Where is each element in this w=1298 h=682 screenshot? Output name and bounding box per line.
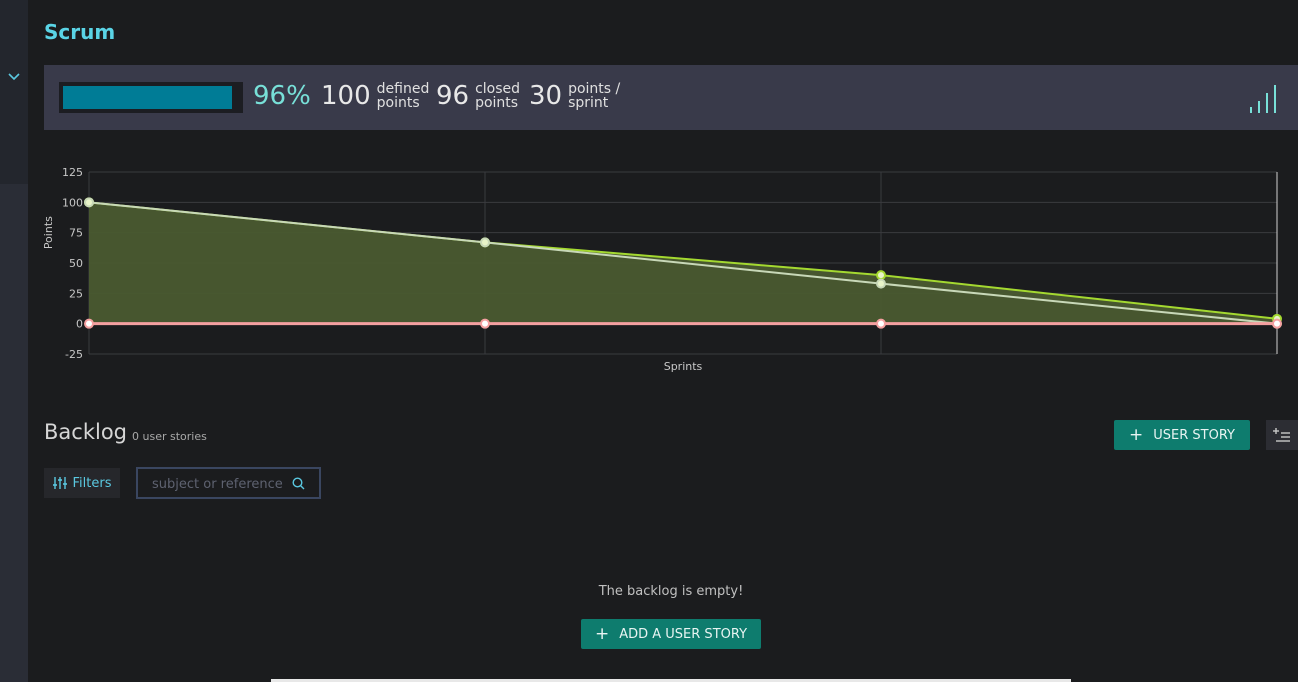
burndown-chart: 125 100 75 50 25 0 -25 Sprints Points [40,160,1298,380]
plus-icon: + [594,623,610,644]
y-axis-label: Points [42,216,55,249]
points-per-sprint-stat: 30 points / sprint [529,81,620,111]
progress-percent-stat: 96% [253,81,311,111]
add-user-story-label: USER STORY [1153,427,1235,443]
backlog-count: 0 user stories [132,430,207,443]
progress-percent: 96% [253,81,311,111]
points-per-sprint-label: points / sprint [568,82,620,110]
sidebar-header [0,0,28,184]
bar-chart-icon[interactable] [1249,81,1283,115]
filters-label: Filters [72,475,112,491]
search-input[interactable] [152,475,292,493]
data-point [84,318,94,329]
progress-fill [63,86,232,109]
closed-points-label: closed points [475,82,520,110]
page-title: Scrum [44,20,116,44]
chevron-down-icon[interactable] [6,68,22,84]
data-point [876,278,886,289]
bulk-add-button[interactable] [1266,420,1298,450]
data-point [84,197,94,208]
burndown-chart-svg: 125 100 75 50 25 0 -25 Sprints Points [42,166,1282,373]
y-tick-label: 25 [69,287,83,300]
y-tick-label: 50 [69,257,83,270]
search-box[interactable] [136,467,321,499]
points-per-sprint-value: 30 [529,81,563,111]
search-icon[interactable] [292,477,305,490]
data-point [480,237,490,248]
add-a-user-story-label: ADD A USER STORY [619,626,748,642]
add-a-user-story-button[interactable]: + ADD A USER STORY [581,619,761,649]
sprint-summary: 96% 100 defined points 96 closed points … [44,65,1298,130]
closed-points-stat: 96 closed points [436,81,520,111]
defined-points-label: defined points [377,82,430,110]
y-tick-label: 75 [69,227,83,240]
x-axis-label: Sprints [664,360,703,373]
filters-button[interactable]: Filters [44,468,120,498]
defined-label-line2: points [376,95,420,111]
y-tick-label: 100 [62,196,83,209]
sidebar [0,0,28,682]
progress-bar [59,82,243,113]
defined-points-stat: 100 defined points [321,81,429,111]
data-point [876,318,886,329]
y-tick-label: 125 [62,166,83,179]
y-tick-label: 0 [76,318,83,331]
sliders-icon [52,477,67,489]
empty-backlog-message: The backlog is empty! [598,584,744,599]
backlog-title: Backlog [44,420,127,444]
add-user-story-button[interactable]: + USER STORY [1114,420,1250,450]
defined-points-value: 100 [321,81,371,111]
closed-points-value: 96 [436,81,470,111]
data-point [480,318,490,329]
y-tick-label: -25 [65,348,83,361]
data-point [876,270,886,281]
data-point [1272,318,1282,329]
pps-label-line2: sprint [568,95,609,111]
closed-label-line2: points [475,95,519,111]
bulk-list-icon [1273,428,1290,442]
plus-icon: + [1129,424,1144,445]
